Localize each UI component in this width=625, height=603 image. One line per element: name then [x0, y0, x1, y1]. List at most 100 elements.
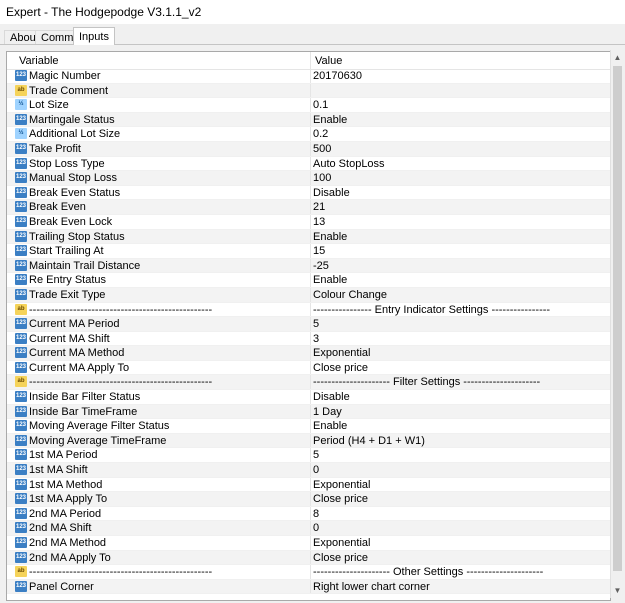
variable-value[interactable]: 15 [313, 244, 325, 259]
variable-value[interactable]: 100 [313, 171, 331, 186]
variable-value[interactable]: ---------------- Entry Indicator Setting… [313, 303, 550, 318]
variable-value[interactable]: Enable [313, 230, 347, 245]
variable-value[interactable]: Close price [313, 492, 368, 507]
variable-value[interactable]: --------------------- Other Settings ---… [313, 565, 543, 580]
table-row[interactable]: 123 Inside Bar TimeFrame 1 Day [7, 404, 610, 420]
variable-value[interactable]: Right lower chart corner [313, 580, 430, 595]
variable-value[interactable]: 0 [313, 463, 319, 478]
table-row[interactable]: 123 Inside Bar Filter Status Disable [7, 390, 610, 405]
table-row[interactable]: 123 Trailing Stop Status Enable [7, 229, 610, 245]
variable-value[interactable]: 5 [313, 448, 319, 463]
table-row[interactable]: 123 1st MA Shift 0 [7, 463, 610, 478]
window-titlebar: Expert - The Hodgepodge V3.1.1_v2 [0, 0, 625, 25]
table-row[interactable]: 123 Current MA Period 5 [7, 317, 610, 332]
table-row[interactable]: 123 Magic Number 20170630 [7, 69, 610, 84]
variable-value[interactable]: 5 [313, 317, 319, 332]
variable-value[interactable]: 500 [313, 142, 331, 157]
table-row[interactable]: ab Trade Comment [7, 83, 610, 99]
vertical-scrollbar[interactable]: ▲ ▼ [610, 50, 624, 598]
variable-value[interactable]: --------------------- Filter Settings --… [313, 375, 540, 390]
integer-type-icon: 123 [15, 274, 27, 286]
tab-inputs[interactable]: Inputs [73, 27, 115, 45]
variable-value[interactable]: Close price [313, 551, 368, 566]
variable-value[interactable]: Enable [313, 419, 347, 434]
table-row[interactable]: 123 Take Profit 500 [7, 141, 610, 157]
table-row[interactable]: 123 2nd MA Apply To Close price [7, 550, 610, 566]
table-row[interactable]: 123 Break Even 21 [7, 200, 610, 215]
scroll-down-arrow-icon[interactable]: ▼ [611, 584, 624, 597]
table-row[interactable]: 123 Manual Stop Loss 100 [7, 171, 610, 186]
variable-value[interactable]: 0.1 [313, 98, 328, 113]
integer-type-icon: 123 [15, 420, 27, 432]
scrollbar-thumb[interactable] [613, 66, 622, 571]
integer-type-icon: 123 [15, 507, 27, 519]
table-row[interactable]: ½ Additional Lot Size 0.2 [7, 127, 610, 142]
column-divider [310, 287, 311, 302]
double-type-icon: ½ [15, 128, 27, 140]
header-variable[interactable]: Variable [19, 55, 59, 67]
integer-type-icon: 123 [15, 230, 27, 242]
table-row[interactable]: ab --------------------------------------… [7, 375, 610, 391]
variable-value[interactable]: Colour Change [313, 288, 387, 303]
table-row[interactable]: 123 Current MA Shift 3 [7, 331, 610, 347]
scroll-up-arrow-icon[interactable]: ▲ [611, 51, 624, 64]
table-row[interactable]: 123 Maintain Trail Distance -25 [7, 258, 610, 274]
variable-name: Re Entry Status [29, 274, 107, 287]
column-divider [310, 69, 311, 83]
variable-value[interactable]: Disable [313, 390, 350, 405]
variable-value[interactable]: Enable [313, 113, 347, 128]
variable-value[interactable]: Exponential [313, 478, 371, 493]
variable-value[interactable]: Close price [313, 361, 368, 376]
variable-value[interactable]: Exponential [313, 536, 371, 551]
variable-value[interactable]: Auto StopLoss [313, 157, 385, 172]
variable-value[interactable]: 0.2 [313, 127, 328, 142]
variable-name: Current MA Method [29, 347, 125, 360]
table-row[interactable]: ½ Lot Size 0.1 [7, 98, 610, 113]
column-divider [310, 112, 311, 127]
table-row[interactable]: 123 Moving Average Filter Status Enable [7, 419, 610, 434]
table-row[interactable]: 123 1st MA Apply To Close price [7, 492, 610, 507]
column-divider [310, 317, 311, 331]
variable-value[interactable]: 8 [313, 507, 319, 522]
variable-value[interactable]: Period (H4 + D1 + W1) [313, 434, 425, 449]
header-divider[interactable] [310, 52, 311, 69]
table-row[interactable]: ab --------------------------------------… [7, 565, 610, 580]
table-row[interactable]: 123 Stop Loss Type Auto StopLoss [7, 156, 610, 172]
table-row[interactable]: 123 Trade Exit Type Colour Change [7, 287, 610, 303]
variable-value[interactable]: 21 [313, 200, 325, 215]
table-row[interactable]: 123 Martingale Status Enable [7, 112, 610, 128]
integer-type-icon: 123 [15, 537, 27, 548]
variable-value[interactable]: 3 [313, 332, 319, 347]
variable-name: 1st MA Period [29, 449, 98, 462]
table-row[interactable]: ab --------------------------------------… [7, 302, 610, 318]
table-row[interactable]: 123 Break Even Lock 13 [7, 214, 610, 230]
variable-value[interactable]: 1 Day [313, 405, 342, 420]
variable-value[interactable]: 13 [313, 215, 325, 230]
variable-value[interactable]: 20170630 [313, 69, 362, 84]
table-row[interactable]: 123 1st MA Period 5 [7, 448, 610, 464]
column-divider [310, 360, 311, 375]
integer-type-icon: 123 [15, 332, 27, 344]
table-row[interactable]: 123 Re Entry Status Enable [7, 273, 610, 288]
table-row[interactable]: 123 Current MA Apply To Close price [7, 360, 610, 376]
variable-value[interactable]: Disable [313, 186, 350, 201]
table-row[interactable]: 123 2nd MA Shift 0 [7, 521, 610, 536]
table-row[interactable]: 123 Start Trailing At 15 [7, 244, 610, 259]
table-row[interactable]: 123 2nd MA Method Exponential [7, 536, 610, 551]
variable-value[interactable]: -25 [313, 259, 329, 274]
integer-type-icon: 123 [15, 493, 27, 505]
integer-type-icon: 123 [15, 478, 27, 490]
table-row[interactable]: 123 Moving Average TimeFrame Period (H4 + … [7, 433, 610, 449]
table-row[interactable]: 123 Panel Corner Right lower chart corner [7, 579, 610, 595]
header-value[interactable]: Value [315, 55, 342, 67]
table-row[interactable]: 123 Break Even Status Disable [7, 185, 610, 201]
grid-header: Variable Value [7, 52, 610, 70]
variable-value[interactable]: Exponential [313, 346, 371, 361]
variable-name: Lot Size [29, 99, 69, 112]
table-row[interactable]: 123 Current MA Method Exponential [7, 346, 610, 361]
variable-value[interactable]: Enable [313, 273, 347, 288]
variable-value[interactable]: 0 [313, 521, 319, 536]
table-row[interactable]: 123 2nd MA Period 8 [7, 506, 610, 522]
table-row[interactable]: 123 1st MA Method Exponential [7, 477, 610, 493]
integer-type-icon: 123 [15, 70, 27, 81]
